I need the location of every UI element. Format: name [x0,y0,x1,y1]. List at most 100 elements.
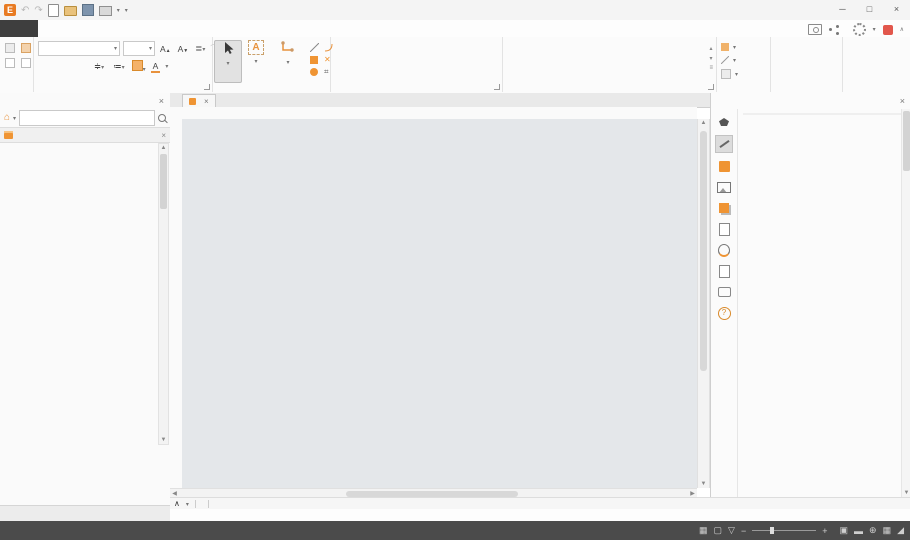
fill-format-icon[interactable] [716,114,732,130]
close-button[interactable]: × [883,0,910,20]
collapse-ribbon-icon[interactable]: ∧ [900,26,904,33]
format-painter-icon[interactable] [21,43,31,53]
line-panel-scrollbar[interactable]: ▼ [901,109,910,497]
styles-dialog-launcher-icon[interactable] [708,84,714,90]
line-panel-scroll-thumb[interactable] [903,111,910,171]
maximize-button[interactable]: □ [856,0,883,20]
help-icon[interactable]: ? [716,305,732,321]
font-family-select[interactable]: ▾ [38,41,120,56]
connector-icon [280,40,296,54]
library-search-icon[interactable] [158,114,166,122]
scroll-up-icon[interactable]: ▲ [159,144,168,152]
fit-page-icon[interactable]: ▣ [840,525,849,536]
customize-toolbar-icon[interactable]: ▾ [125,7,128,14]
line-shape-icon[interactable] [310,43,319,52]
redo-icon[interactable]: ↷ [34,5,42,16]
paste-icon[interactable] [5,58,15,68]
copy-icon[interactable] [21,58,31,68]
print-icon[interactable] [99,6,112,16]
pan-view-icon[interactable]: ▽ [728,525,735,536]
save-icon[interactable] [82,4,94,16]
font-color-icon[interactable]: A [151,61,161,73]
ribbon-group-fill-line-shadow: ▾ ▾ ▾ [716,37,771,92]
ribbon-group-basic-tools: ▾ A ▾ ▾ ✕ ⌗ [212,37,331,92]
decrease-font-icon[interactable]: A▼ [176,44,191,54]
print-preview-dropdown-icon[interactable]: ▾ [117,7,120,14]
share-icon[interactable] [829,25,839,35]
fit-width-icon[interactable]: ▬ [854,526,863,536]
styles-down-icon[interactable]: ▾ [709,55,713,62]
drawing-canvas[interactable] [182,119,697,488]
menu-bar [0,20,910,37]
quick-color-icon[interactable] [716,158,732,174]
grid-view-icon[interactable]: ▦ [883,525,892,536]
line-spacing-icon[interactable]: ≑▾ [92,61,106,72]
styles-more-icon[interactable]: ≡ [709,65,713,71]
vertical-scrollbar[interactable]: ▲ ▼ [697,119,710,488]
connector-tool-button[interactable]: ▾ [269,40,307,81]
library-scrollbar[interactable]: ▲ ▼ [158,143,169,445]
vertical-scroll-thumb[interactable] [700,131,707,371]
zoom-out-icon[interactable]: − [741,526,746,536]
zoom-in-icon[interactable]: + [822,526,827,536]
file-menu-button[interactable] [0,20,38,37]
library-search-input[interactable] [19,110,155,126]
library-home-dropdown-icon[interactable]: ▾ [13,115,16,122]
hyperlink-format-icon[interactable] [716,242,732,258]
libraries-close-icon[interactable]: × [159,93,164,109]
document-tab-bar: × [170,93,710,108]
font-size-select[interactable]: ▾ [123,41,155,56]
align-icon[interactable]: ≣▾ [193,43,207,54]
comment-format-icon[interactable] [716,284,732,300]
picture-format-icon[interactable] [716,179,732,195]
zoom-slider[interactable] [752,530,816,531]
styles-up-icon[interactable]: ▴ [709,45,713,52]
font-dialog-launcher-icon[interactable] [204,84,210,90]
select-tool-button[interactable]: ▾ [214,40,242,83]
libraries-panel-header: × [0,93,170,109]
find-zoom-icon[interactable]: ⊕ [869,525,877,536]
cut-icon[interactable] [5,43,15,53]
collapse-pagebar-icon[interactable]: ∧ [174,499,180,508]
line-style-icon [721,56,729,64]
new-document-icon[interactable] [48,4,59,17]
page-format-icon[interactable] [716,221,732,237]
rectangle-shape-icon[interactable] [310,56,318,64]
highlight-icon[interactable]: ▾ [132,60,146,73]
settings-dropdown-icon[interactable]: ▾ [873,26,876,33]
line-format-icon[interactable] [715,135,733,153]
fill-button[interactable]: ▾ [721,43,738,51]
increase-font-icon[interactable]: A▲ [158,44,173,54]
screenshot-icon[interactable] [808,24,822,35]
undo-icon[interactable]: ↶ [21,5,29,16]
minimize-button[interactable]: ─ [829,0,856,20]
library-section-header[interactable]: × [0,127,170,143]
library-section-close-icon[interactable]: × [161,131,166,140]
open-icon[interactable] [64,6,77,16]
library-scroll-thumb[interactable] [160,154,167,209]
line-panel-close-icon[interactable]: × [900,93,905,109]
promotion-icon[interactable] [883,25,893,35]
settings-gear-icon[interactable] [853,23,866,36]
scroll-down-icon[interactable]: ▼ [159,436,168,444]
bullets-icon[interactable]: ≔▾ [111,61,127,72]
shadow-button[interactable]: ▾ [721,69,738,79]
arrange-dialog-launcher-icon[interactable] [494,84,500,90]
document-tab-close-icon[interactable]: × [204,97,209,106]
color-palette [170,509,910,521]
full-screen-icon[interactable]: ▢ [714,525,723,536]
zoom-slider-thumb[interactable] [770,527,774,534]
canvas-scroll-up-icon[interactable]: ▲ [698,119,709,127]
canvas-scroll-down-icon[interactable]: ▼ [698,480,709,488]
document-format-icon[interactable] [716,263,732,279]
page-select[interactable]: ▾ [186,499,189,508]
text-tool-button[interactable]: A ▾ [243,40,269,81]
document-tab-icon [189,98,196,105]
line-button[interactable]: ▾ [721,56,738,64]
library-home-icon[interactable]: ⌂ [4,113,10,123]
shadow-format-icon[interactable] [716,200,732,216]
line-panel-scroll-down-icon[interactable]: ▼ [902,489,910,497]
normal-view-icon[interactable]: ▦ [699,525,708,536]
ellipse-shape-icon[interactable] [310,68,318,76]
document-tab[interactable]: × [182,94,216,108]
